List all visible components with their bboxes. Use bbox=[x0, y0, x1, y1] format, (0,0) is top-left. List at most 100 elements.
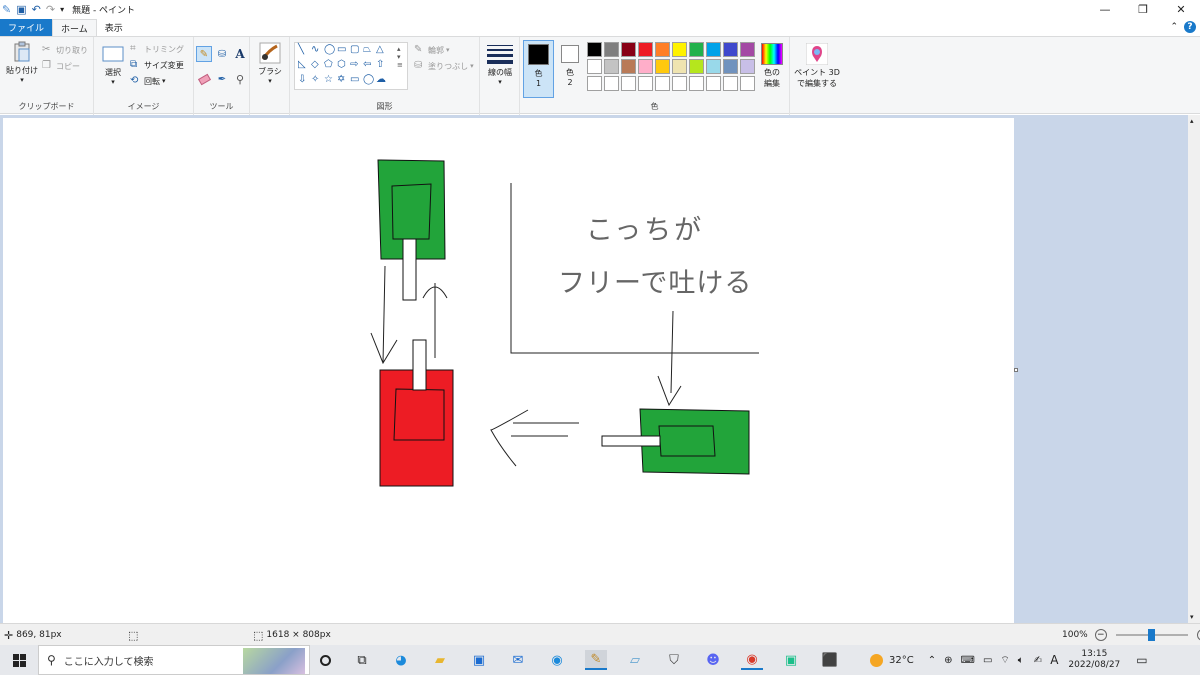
chrome-button[interactable]: ◉ bbox=[741, 650, 763, 670]
redo-icon[interactable]: ↷ bbox=[46, 4, 55, 15]
scroll-down-icon[interactable]: ▾ bbox=[1190, 613, 1194, 621]
five-point-star-shape-icon[interactable]: ☆ bbox=[324, 75, 333, 85]
palette-swatch[interactable] bbox=[621, 59, 636, 74]
palette-swatch[interactable] bbox=[723, 76, 738, 91]
palette-swatch[interactable] bbox=[672, 76, 687, 91]
palette-swatch[interactable] bbox=[587, 76, 602, 91]
shapes-gallery[interactable]: ╲ ∿ ◯ ▭ ▢ ⏢ △ ◺ ◇ ⬠ ⬡ ⇨ ⇦ ⇧ ⇩ ✧ ☆ ✡ ▭ ◯ … bbox=[294, 42, 408, 90]
palette-swatch[interactable] bbox=[672, 42, 687, 57]
palette-swatch[interactable] bbox=[740, 42, 755, 57]
explorer-button[interactable]: ▰ bbox=[429, 650, 451, 670]
palette-swatch[interactable] bbox=[638, 59, 653, 74]
weather-icon[interactable] bbox=[870, 653, 883, 667]
customize-qa-chevron-icon[interactable]: ▾ bbox=[60, 4, 64, 15]
palette-swatch[interactable] bbox=[638, 76, 653, 91]
battery-icon[interactable]: ▭ bbox=[983, 655, 992, 666]
down-arrow-shape-icon[interactable]: ⇩ bbox=[298, 75, 306, 85]
vertical-scrollbar[interactable]: ▴ ▾ bbox=[1188, 115, 1200, 623]
hexagon-shape-icon[interactable]: ⬡ bbox=[337, 60, 346, 70]
palette-swatch[interactable] bbox=[638, 42, 653, 57]
ime-indicator[interactable]: A bbox=[1050, 653, 1058, 667]
palette-swatch[interactable] bbox=[689, 42, 704, 57]
palette-swatch[interactable] bbox=[604, 42, 619, 57]
zoom-out-icon[interactable]: − bbox=[1094, 629, 1107, 641]
discord-button[interactable]: ☻ bbox=[702, 650, 724, 670]
scroll-up-icon[interactable]: ▴ bbox=[1190, 117, 1194, 125]
palette-swatch[interactable] bbox=[621, 42, 636, 57]
resize-button[interactable]: ⧉ サイズ変更 bbox=[130, 59, 184, 71]
palette-swatch[interactable] bbox=[604, 76, 619, 91]
palette-swatch[interactable] bbox=[604, 59, 619, 74]
color1-button[interactable]: 色 1 bbox=[523, 40, 554, 98]
maximize-button[interactable]: ❐ bbox=[1124, 0, 1162, 19]
paint-taskbar-button[interactable]: ✎ bbox=[585, 650, 607, 670]
curve-shape-icon[interactable]: ∿ bbox=[311, 45, 319, 55]
undo-icon[interactable]: ↶ bbox=[32, 4, 41, 15]
fill-tool[interactable]: ⛁ bbox=[214, 46, 230, 62]
close-button[interactable]: ✕ bbox=[1162, 0, 1200, 19]
app-button-7[interactable]: ◉ bbox=[546, 650, 568, 670]
palette-swatch[interactable] bbox=[723, 42, 738, 57]
palette-swatch[interactable] bbox=[689, 76, 704, 91]
help-icon[interactable]: ? bbox=[1184, 21, 1196, 33]
app-button-10[interactable]: ⛉ bbox=[663, 650, 685, 670]
rotate-button[interactable]: ⟲ 回転 ▾ bbox=[130, 75, 166, 87]
tray-chevron-icon[interactable]: ⌃ bbox=[928, 655, 936, 666]
zoom-slider-thumb[interactable] bbox=[1148, 629, 1156, 641]
diamond-shape-icon[interactable]: ◇ bbox=[311, 60, 319, 70]
save-icon[interactable]: ▣ bbox=[16, 4, 26, 15]
palette-swatch[interactable] bbox=[706, 42, 721, 57]
pen-icon[interactable]: ✍ bbox=[1034, 655, 1042, 666]
left-arrow-shape-icon[interactable]: ⇦ bbox=[363, 60, 371, 70]
eraser-tool[interactable] bbox=[196, 71, 212, 87]
up-arrow-shape-icon[interactable]: ⇧ bbox=[376, 60, 384, 70]
weather-value[interactable]: 32°C bbox=[889, 655, 914, 666]
store-button[interactable]: ▣ bbox=[468, 650, 490, 670]
app-button-9[interactable]: ▱ bbox=[624, 650, 646, 670]
outline-button[interactable]: ✎ 輪郭 ▾ bbox=[414, 44, 450, 56]
palette-swatch[interactable] bbox=[655, 59, 670, 74]
edit-with-paint3d-button[interactable]: ペイント 3D で編集する bbox=[793, 43, 841, 89]
palette-swatch[interactable] bbox=[672, 59, 687, 74]
minimize-button[interactable]: — bbox=[1086, 0, 1124, 19]
app-button-14[interactable]: ⬛ bbox=[819, 650, 841, 670]
palette-swatch[interactable] bbox=[706, 76, 721, 91]
palette-swatch[interactable] bbox=[587, 59, 602, 74]
four-point-star-shape-icon[interactable]: ✧ bbox=[311, 75, 319, 85]
mail-button[interactable]: ✉ bbox=[507, 650, 529, 670]
magnifier-tool[interactable]: ⚲ bbox=[232, 71, 248, 87]
select-chevron-icon[interactable]: ▾ bbox=[111, 78, 115, 86]
tab-view[interactable]: 表示 bbox=[97, 19, 131, 36]
callout-rect-shape-icon[interactable]: ▭ bbox=[350, 75, 359, 85]
paste-chevron-icon[interactable]: ▾ bbox=[20, 76, 24, 84]
crop-button[interactable]: ⌗ トリミング bbox=[130, 43, 184, 55]
collapse-ribbon-icon[interactable]: ⌃ bbox=[1170, 22, 1178, 32]
palette-swatch[interactable] bbox=[655, 42, 670, 57]
palette-swatch[interactable] bbox=[740, 76, 755, 91]
color-picker-tool[interactable]: ✒ bbox=[214, 71, 230, 87]
color2-button[interactable]: 色 2 bbox=[557, 40, 583, 98]
polygon-shape-icon[interactable]: ⏢ bbox=[363, 45, 371, 55]
palette-swatch[interactable] bbox=[706, 59, 721, 74]
pencil-tool[interactable]: ✎ bbox=[196, 46, 212, 62]
pentagon-shape-icon[interactable]: ⬠ bbox=[324, 60, 333, 70]
copy-button[interactable]: ❐ コピー bbox=[42, 60, 80, 72]
oval-shape-icon[interactable]: ◯ bbox=[324, 45, 335, 55]
network-icon[interactable]: ⌔ bbox=[1000, 654, 1009, 667]
canvas-resize-handle-right[interactable] bbox=[1014, 368, 1018, 372]
palette-swatch[interactable] bbox=[740, 59, 755, 74]
palette-swatch[interactable] bbox=[621, 76, 636, 91]
paste-button[interactable]: 貼り付け ▾ bbox=[4, 41, 40, 84]
rectangle-shape-icon[interactable]: ▭ bbox=[337, 45, 346, 55]
volume-icon[interactable]: 🔈︎ bbox=[1018, 655, 1024, 666]
tray-meet-icon[interactable]: ⌨ bbox=[961, 655, 975, 666]
taskbar-search[interactable]: ⚲ ここに入力して検索 bbox=[38, 645, 310, 675]
tab-file[interactable]: ファイル bbox=[0, 19, 53, 36]
drawing-canvas[interactable]: こっちが フリーで吐ける bbox=[3, 118, 1018, 623]
palette-swatch[interactable] bbox=[587, 42, 602, 57]
zoom-slider[interactable] bbox=[1115, 629, 1188, 641]
notification-icon[interactable]: ▭ bbox=[1136, 653, 1147, 667]
six-point-star-shape-icon[interactable]: ✡ bbox=[337, 75, 345, 85]
palette-swatch[interactable] bbox=[723, 59, 738, 74]
start-button[interactable] bbox=[8, 650, 30, 670]
